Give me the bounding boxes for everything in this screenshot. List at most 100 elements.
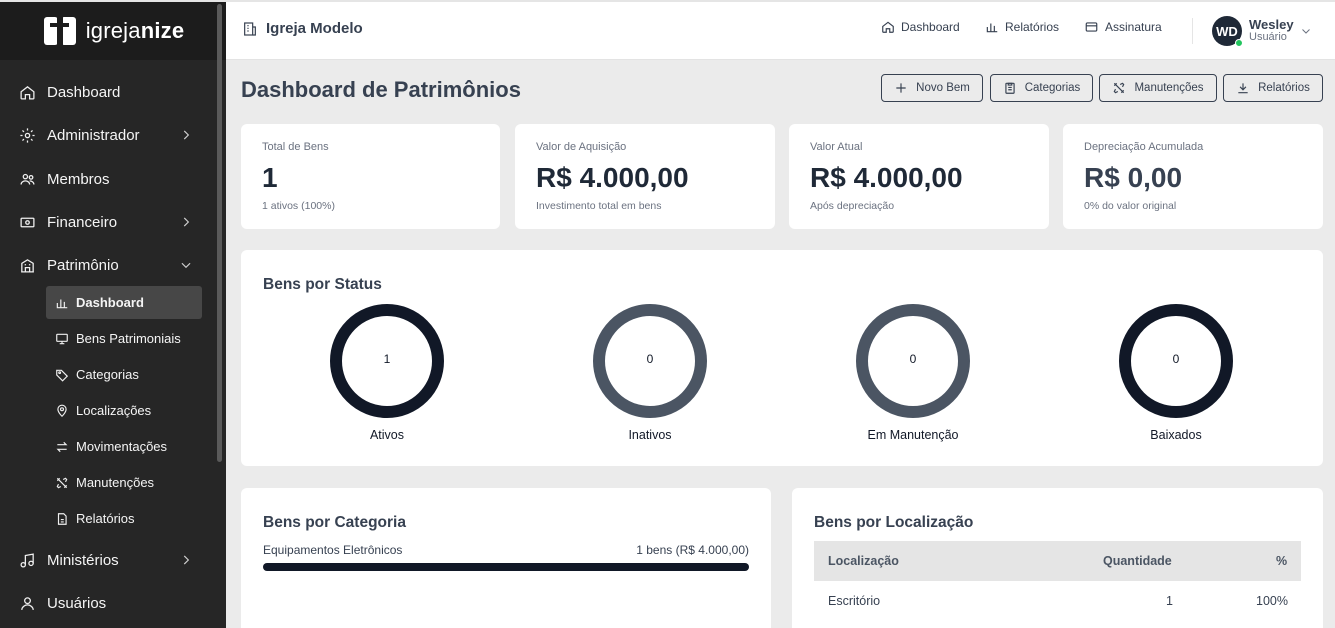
toplink-dashboard[interactable]: Dashboard	[881, 20, 960, 34]
status-count: 0	[1172, 352, 1180, 366]
category-name: Equipamentos Eletrônicos	[263, 543, 403, 557]
stat-card-depreciation: Depreciação Acumulada R$ 0,00 0% do valo…	[1063, 124, 1323, 229]
bar-chart-icon	[986, 23, 998, 33]
tools-icon	[1114, 82, 1125, 94]
user-name: Wesley	[1249, 17, 1294, 33]
sidebar-subitem-localizacoes[interactable]: Localizações	[46, 394, 202, 427]
sidebar-item-administrador[interactable]: Administrador	[0, 117, 215, 153]
maintenance-button[interactable]: Manutenções	[1099, 74, 1217, 102]
location-card: Bens por Localização Localização Quantid…	[792, 488, 1323, 628]
status-label: Inativos	[628, 428, 672, 442]
status-label: Em Manutenção	[867, 428, 959, 442]
download-icon	[1238, 83, 1248, 94]
sidebar-item-label: Financeiro	[47, 213, 118, 231]
user-menu[interactable]: WD Wesley Usuário	[1212, 16, 1312, 47]
toplink-assinatura[interactable]: Assinatura	[1084, 20, 1162, 34]
avatar: WD	[1212, 16, 1243, 47]
sidebar-item-membros[interactable]: Membros	[0, 161, 215, 197]
status-donut-ativos: 1	[328, 302, 446, 420]
stat-card-total: Total de Bens 1 1 ativos (100%)	[241, 124, 500, 229]
sidebar-subitem-bens-patrimoniais[interactable]: Bens Patrimoniais	[46, 322, 202, 355]
map-pin-icon	[54, 403, 69, 418]
divider	[1192, 18, 1193, 44]
brand-logo[interactable]: igrejanize	[0, 0, 226, 60]
new-asset-button[interactable]: Novo Bem	[881, 74, 983, 102]
category-summary: 1 bens (R$ 4.000,00)	[636, 543, 749, 557]
sidebar-item-label: Dashboard	[47, 83, 121, 101]
org-selector[interactable]: Igreja Modelo	[242, 20, 363, 37]
sidebar-subitem-categorias[interactable]: Categorias	[46, 358, 202, 391]
stat-label: Depreciação Acumulada	[1084, 141, 1204, 153]
chevron-right-icon	[183, 130, 190, 140]
location-name: Escritório	[828, 594, 881, 608]
sidebar-subitem-label: Bens Patrimoniais	[76, 331, 181, 346]
stat-value: R$ 0,00	[1084, 162, 1183, 193]
section-title: Bens por Localização	[814, 514, 974, 531]
chevron-right-icon	[183, 555, 190, 565]
building-icon	[18, 256, 36, 274]
category-progress-bar	[263, 563, 749, 571]
sidebar-subitem-label: Manutenções	[76, 475, 155, 490]
sidebar-subitem-dashboard[interactable]: Dashboard	[46, 286, 202, 319]
stat-subtext: 0% do valor original	[1084, 200, 1177, 212]
location-quantity: 1	[1166, 594, 1173, 608]
clipboard-icon	[1005, 82, 1015, 94]
section-title: Bens por Status	[263, 276, 382, 293]
online-status-dot	[1235, 39, 1243, 47]
sidebar-subitem-manutencoes[interactable]: Manutenções	[46, 466, 202, 499]
status-donut-em-manutencao: 0	[854, 302, 972, 420]
sidebar-subitem-label: Movimentações	[76, 439, 168, 454]
sidebar-scrollbar[interactable]	[217, 4, 222, 462]
categories-button[interactable]: Categorias	[990, 74, 1093, 102]
money-icon	[18, 213, 36, 231]
status-card: Bens por Status 1 Ativos 0 Inativos 0 Em…	[241, 250, 1323, 466]
sidebar-item-label: Usuários	[47, 594, 107, 612]
user-icon	[18, 594, 36, 612]
status-label: Ativos	[369, 428, 405, 442]
category-card: Bens por Categoria Equipamentos Eletrôni…	[241, 488, 771, 628]
sidebar-item-financeiro[interactable]: Financeiro	[0, 204, 215, 240]
brand-name: igrejanize	[85, 18, 185, 43]
arrows-icon	[54, 439, 69, 454]
stat-subtext: Investimento total em bens	[536, 200, 662, 212]
sidebar-item-dashboard[interactable]: Dashboard	[0, 74, 215, 110]
status-count: 0	[909, 352, 917, 366]
org-name: Igreja Modelo	[266, 20, 363, 37]
sidebar-subitem-relatorios[interactable]: Relatórios	[46, 502, 202, 535]
tag-icon	[54, 367, 69, 382]
stat-value: 1	[262, 162, 278, 193]
section-title: Bens por Categoria	[263, 514, 406, 531]
category-row: Equipamentos Eletrônicos 1 bens (R$ 4.00…	[263, 543, 749, 557]
chevron-right-icon	[183, 217, 190, 227]
plus-icon	[896, 83, 906, 93]
sidebar-subitem-movimentacoes[interactable]: Movimentações	[46, 430, 202, 463]
chevron-down-icon	[1301, 29, 1310, 34]
toplink-relatorios[interactable]: Relatórios	[985, 20, 1059, 34]
sidebar-item-label: Membros	[47, 170, 110, 188]
stat-card-current-value: Valor Atual R$ 4.000,00 Após depreciação	[789, 124, 1049, 229]
gear-icon	[18, 126, 36, 144]
column-header: Localização	[828, 554, 899, 568]
home-icon	[18, 83, 36, 101]
status-count: 0	[646, 352, 654, 366]
sidebar-item-label: Administrador	[47, 126, 140, 144]
user-role: Usuário	[1249, 31, 1287, 44]
chevron-down-icon	[181, 262, 191, 269]
stat-label: Valor Atual	[810, 141, 863, 153]
sidebar-subitem-label: Dashboard	[76, 295, 144, 310]
stat-label: Valor de Aquisição	[536, 141, 627, 153]
sidebar-item-patrimonio[interactable]: Patrimônio	[0, 247, 215, 283]
location-percent: 100%	[1256, 594, 1288, 608]
reports-button[interactable]: Relatórios	[1223, 74, 1323, 102]
sidebar-subitem-label: Localizações	[76, 403, 152, 418]
stat-label: Total de Bens	[262, 141, 329, 153]
status-count: 1	[383, 352, 391, 366]
column-header: %	[1276, 554, 1288, 568]
bar-chart-icon	[54, 295, 69, 310]
sidebar-item-label: Ministérios	[47, 551, 119, 569]
stat-subtext: 1 ativos (100%)	[262, 200, 335, 212]
sidebar-item-usuarios[interactable]: Usuários	[0, 585, 215, 621]
sidebar-item-ministerios[interactable]: Ministérios	[0, 542, 215, 578]
sidebar-subitem-label: Categorias	[76, 367, 139, 382]
home-icon	[882, 21, 894, 33]
